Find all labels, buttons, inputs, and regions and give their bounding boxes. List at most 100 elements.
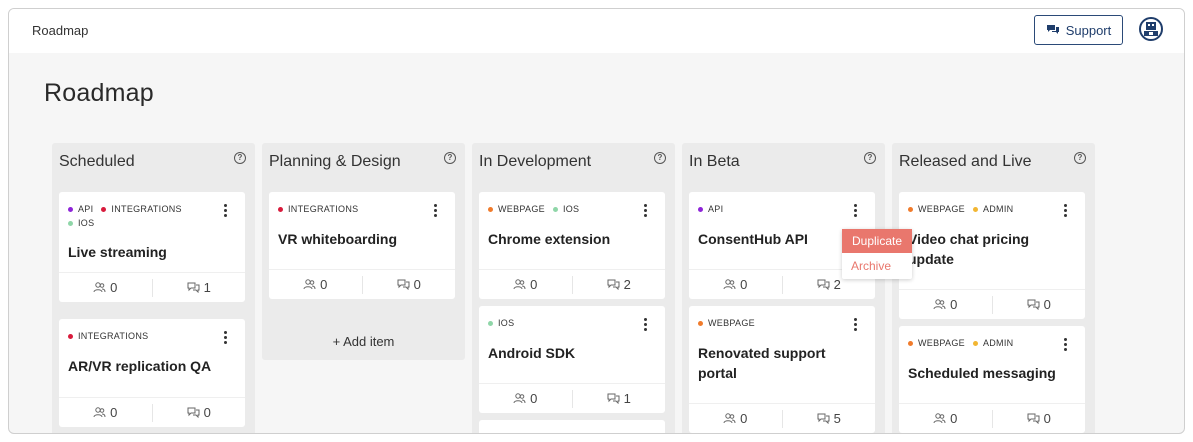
assignees-count: 0 (59, 273, 152, 302)
roadmap-card[interactable]: API INTEGRATIONS IOS Live streaming 0 1 (59, 192, 245, 302)
support-label: Support (1065, 22, 1112, 38)
more-options-icon[interactable] (644, 318, 648, 332)
help-icon[interactable]: ? (1074, 152, 1086, 164)
tag-admin: ADMIN (972, 338, 1014, 348)
comments-count: 0 (993, 404, 1086, 433)
column-title: In Beta (689, 153, 740, 170)
tag-list: WEBPAGE ADMIN (908, 338, 1048, 348)
users-icon (93, 282, 106, 293)
comments-icon (817, 413, 830, 424)
tag-api: API (698, 204, 723, 214)
roadmap-card[interactable] (479, 420, 665, 433)
card-footer: 0 0 (899, 403, 1085, 433)
more-options-icon[interactable] (224, 204, 228, 218)
roadmap-card[interactable]: WEBPAGE ADMIN Scheduled messaging 0 0 (899, 326, 1085, 433)
roadmap-card[interactable]: INTEGRATIONS AR/VR replication QA 0 0 (59, 319, 245, 427)
tag-list: WEBPAGE IOS (488, 204, 628, 214)
help-icon[interactable]: ? (654, 152, 666, 164)
menu-item-archive[interactable]: Archive (842, 255, 912, 277)
card-context-menu: Duplicate Archive (842, 229, 912, 279)
menu-item-duplicate[interactable]: Duplicate (842, 229, 912, 253)
comments-icon (817, 279, 830, 290)
app-window: Roadmap Support Roadmap Scheduled ? API … (8, 8, 1185, 434)
card-title: Renovated support portal (698, 345, 826, 381)
more-options-icon[interactable] (224, 331, 228, 345)
card-footer: 0 0 (59, 397, 245, 427)
support-button[interactable]: Support (1034, 15, 1123, 45)
assignees-count: 0 (689, 270, 782, 299)
tag-webpage: WEBPAGE (698, 318, 755, 328)
card-title: Live streaming (68, 244, 167, 260)
comments-count: 0 (153, 398, 246, 427)
card-footer: 0 0 (899, 289, 1085, 319)
users-icon (513, 279, 526, 290)
comments-count: 0 (363, 270, 456, 299)
tag-ios: IOS (552, 204, 579, 214)
more-options-icon[interactable] (1064, 338, 1068, 352)
card-footer: 0 1 (479, 383, 665, 413)
more-options-icon[interactable] (854, 318, 858, 332)
card-footer: 0 5 (689, 403, 875, 433)
comments-icon (397, 279, 410, 290)
column-title: Released and Live (899, 153, 1032, 170)
tag-webpage: WEBPAGE (908, 204, 965, 214)
comments-icon (187, 407, 200, 418)
card-title: Video chat pricing update (908, 231, 1030, 267)
tag-ios: IOS (68, 218, 94, 228)
roadmap-card[interactable]: INTEGRATIONS VR whiteboarding 0 0 (269, 192, 455, 299)
user-avatar-icon[interactable] (1139, 17, 1163, 41)
breadcrumb[interactable]: Roadmap (32, 23, 88, 38)
users-icon (933, 413, 946, 424)
column-planning-design: Planning & Design ? INTEGRATIONS VR whit… (262, 143, 465, 360)
column-released-live: Released and Live ? WEBPAGE ADMIN Video … (892, 143, 1095, 433)
assignees-count: 0 (59, 398, 152, 427)
users-icon (933, 299, 946, 310)
top-bar: Roadmap Support (9, 9, 1184, 53)
roadmap-card[interactable]: IOS Android SDK 0 1 (479, 306, 665, 413)
card-footer: 0 1 (59, 272, 245, 302)
roadmap-card[interactable]: WEBPAGE ADMIN Video chat pricing update … (899, 192, 1085, 319)
assignees-count: 0 (479, 384, 572, 413)
roadmap-card[interactable]: WEBPAGE Renovated support portal 0 5 (689, 306, 875, 433)
help-icon[interactable]: ? (864, 152, 876, 164)
column-scheduled: Scheduled ? API INTEGRATIONS IOS Live st… (52, 143, 255, 433)
tag-integrations: INTEGRATIONS (278, 204, 358, 214)
tag-webpage: WEBPAGE (488, 204, 545, 214)
users-icon (723, 413, 736, 424)
tag-integrations: INTEGRATIONS (68, 331, 148, 341)
comments-icon (187, 282, 200, 293)
chat-bubbles-icon (1046, 25, 1059, 34)
card-title: Scheduled messaging (908, 365, 1056, 381)
comments-count: 5 (783, 404, 876, 433)
more-options-icon[interactable] (854, 204, 858, 218)
card-title: Android SDK (488, 345, 576, 361)
help-icon[interactable]: ? (234, 152, 246, 164)
add-item-button[interactable]: + Add item (262, 334, 465, 349)
tag-list: API INTEGRATIONS IOS (68, 204, 208, 228)
comments-icon (1027, 299, 1040, 310)
column-title: In Development (479, 153, 592, 170)
tag-webpage: WEBPAGE (908, 338, 965, 348)
tag-admin: ADMIN (972, 204, 1014, 214)
help-icon[interactable]: ? (444, 152, 456, 164)
tag-list: IOS (488, 318, 628, 328)
users-icon (723, 279, 736, 290)
more-options-icon[interactable] (644, 204, 648, 218)
column-in-beta: In Beta ? API ConsentHub API 0 2 WEBPAGE… (682, 143, 885, 433)
card-footer: 0 0 (269, 269, 455, 299)
assignees-count: 0 (899, 290, 992, 319)
tag-dot (68, 206, 73, 212)
column-title: Scheduled (59, 153, 135, 170)
comments-count: 1 (153, 273, 246, 302)
tag-dot (68, 220, 73, 226)
assignees-count: 0 (479, 270, 572, 299)
more-options-icon[interactable] (434, 204, 438, 218)
card-title: VR whiteboarding (278, 231, 397, 247)
more-options-icon[interactable] (1064, 204, 1068, 218)
assignees-count: 0 (269, 270, 362, 299)
comments-count: 2 (573, 270, 666, 299)
assignees-count: 0 (689, 404, 782, 433)
comments-count: 1 (573, 384, 666, 413)
tag-ios: IOS (488, 318, 514, 328)
roadmap-card[interactable]: WEBPAGE IOS Chrome extension 0 2 (479, 192, 665, 299)
